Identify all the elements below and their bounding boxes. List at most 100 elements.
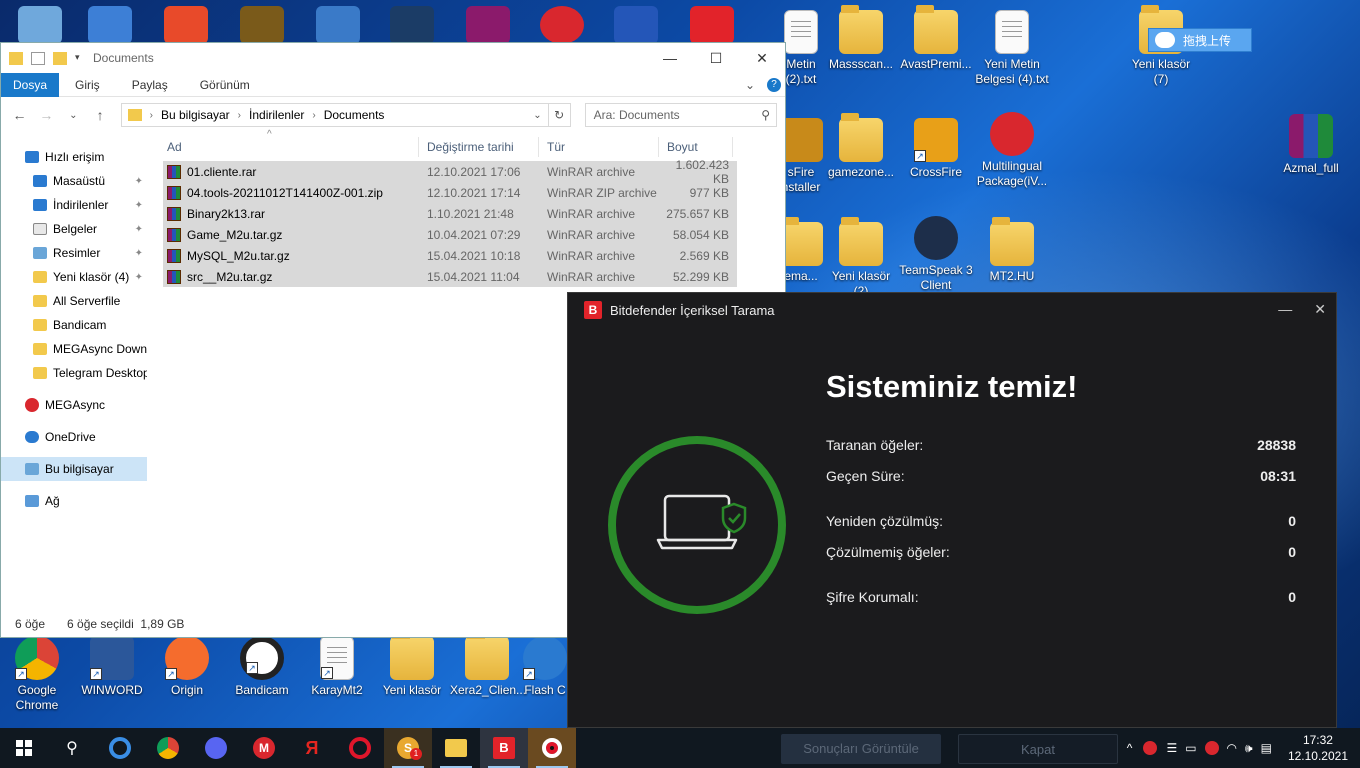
search-button[interactable]: ⚲	[48, 728, 96, 768]
bitdefender-scan-window[interactable]: B Bitdefender İçeriksel Tarama — ✕ Siste…	[567, 292, 1337, 728]
desktop-icon-massscan[interactable]: Massscan...	[824, 5, 898, 72]
taskbar-skype[interactable]: S 1	[384, 728, 432, 768]
breadcrumb-this-pc[interactable]: Bu bilgisayar	[161, 108, 230, 122]
desktop-icon-winword[interactable]: ↗ WINWORD	[75, 636, 149, 698]
desktop-icon-gamezone[interactable]: gamezone...	[824, 113, 898, 180]
pin-icon[interactable]: ✦	[135, 176, 143, 187]
nav-this-pc[interactable]: Bu bilgisayar	[1, 457, 147, 481]
desktop-icon-xera2[interactable]: Xera2_Clien...	[450, 631, 526, 698]
table-row[interactable]: Binary2k13.rar 1.10.2021 21:48 WinRAR ar…	[163, 203, 737, 224]
refresh-icon[interactable]: ↻	[547, 104, 570, 126]
nav-downloads[interactable]: İndirilenler ✦	[1, 193, 147, 217]
table-row[interactable]: src__M2u.tar.gz 15.04.2021 11:04 WinRAR …	[163, 266, 737, 287]
tab-giris[interactable]: Giriş	[59, 73, 116, 97]
properties-icon[interactable]	[31, 51, 45, 65]
nav-onedrive[interactable]: OneDrive	[1, 425, 147, 449]
desktop-icon-chrome[interactable]: ↗ Google Chrome	[0, 636, 74, 713]
forward-arrow-icon[interactable]: →	[36, 107, 57, 123]
taskbar-opera[interactable]	[336, 728, 384, 768]
minimize-button[interactable]: —	[1278, 301, 1292, 318]
help-icon[interactable]: ?	[767, 77, 781, 92]
address-dropdown-icon[interactable]: ⌄	[533, 110, 541, 121]
tab-paylas[interactable]: Paylaş	[116, 73, 184, 97]
pin-icon[interactable]: ✦	[135, 200, 143, 211]
nav-megasync[interactable]: MEGAsync	[1, 393, 147, 417]
desktop-icon-yeni-klasor-2[interactable]: Yeni klasör (2)	[824, 217, 898, 299]
desktop-icon-bandicam-top[interactable]	[164, 6, 208, 44]
desktop-icon-bandicam[interactable]: ↗ Bandicam	[225, 636, 299, 698]
upload-widget[interactable]: 拖拽上传	[1148, 28, 1252, 52]
desktop-icon-flash[interactable]: ↗ Flash C	[520, 636, 570, 698]
desktop-icon-mega[interactable]	[540, 6, 584, 44]
taskbar-mega[interactable]: M	[240, 728, 288, 768]
table-row[interactable]: Game_M2u.tar.gz 10.04.2021 07:29 WinRAR …	[163, 224, 737, 245]
desktop-icon-karaymt2[interactable]: ↗ KarayMt2	[300, 636, 374, 698]
desktop-icon-steam[interactable]	[390, 6, 434, 44]
nav-bandicam[interactable]: Bandicam	[1, 313, 147, 337]
nav-all-serverfile[interactable]: All Serverfile	[1, 289, 147, 313]
minimize-button[interactable]: —	[647, 43, 693, 73]
nav-network[interactable]: Ağ	[1, 489, 147, 513]
close-scan-button[interactable]: Kapat	[958, 734, 1118, 764]
desktop-icon-teamspeak[interactable]: TeamSpeak 3 Client	[899, 216, 973, 293]
desktop-icon-vpn[interactable]	[88, 6, 132, 44]
tab-dosya[interactable]: Dosya	[1, 72, 60, 97]
nav-desktop[interactable]: Masaüstü ✦	[1, 169, 147, 193]
bitdefender-titlebar[interactable]: B Bitdefender İçeriksel Tarama — ✕	[568, 293, 1336, 327]
desktop-icon-yeni-metin[interactable]: Yeni Metin Belgesi (4).txt	[975, 10, 1049, 87]
taskbar-clock[interactable]: 17:32 12.10.2021	[1276, 732, 1360, 764]
view-results-button[interactable]: Sonuçları Görüntüle	[781, 734, 941, 764]
taskbar-bitdefender[interactable]: B	[480, 728, 528, 768]
display-tray-icon[interactable]: ▭	[1181, 741, 1200, 755]
start-button[interactable]	[0, 728, 48, 768]
tab-gorunum[interactable]: Görünüm	[184, 73, 266, 97]
nav-pictures[interactable]: Resimler ✦	[1, 241, 147, 265]
nav-documents[interactable]: Belgeler ✦	[1, 217, 147, 241]
taskbar-edge[interactable]	[96, 728, 144, 768]
nav-new-folder-4[interactable]: Yeni klasör (4) ✦	[1, 265, 147, 289]
taskbar-file-explorer[interactable]	[432, 728, 480, 768]
taskbar-bandicam[interactable]	[528, 728, 576, 768]
column-header-name[interactable]: Ad	[163, 137, 419, 157]
close-button[interactable]: ✕	[1314, 301, 1326, 318]
desktop-icon-azmal[interactable]: Azmal_full	[1274, 114, 1348, 176]
new-folder-icon[interactable]	[53, 51, 67, 65]
column-header-date[interactable]: Değiştirme tarihi	[419, 137, 539, 157]
wifi-icon[interactable]: ◠	[1223, 741, 1241, 755]
breadcrumb-downloads[interactable]: İndirilenler	[249, 108, 304, 122]
column-header-type[interactable]: Tür	[539, 137, 659, 157]
address-bar[interactable]: › Bu bilgisayar › İndirilenler › Documen…	[120, 103, 571, 127]
breadcrumb-documents[interactable]: Documents	[324, 108, 385, 122]
network-tray-icon[interactable]: ☰	[1162, 741, 1181, 755]
desktop-icon-this-pc[interactable]	[18, 6, 62, 44]
back-arrow-icon[interactable]: ←	[9, 107, 30, 123]
column-header-size[interactable]: Boyut	[659, 137, 733, 157]
volume-icon[interactable]: 🕪	[1241, 741, 1257, 756]
desktop-icon-mt2hu[interactable]: MT2.HU	[975, 217, 1049, 284]
desktop-icon-crossfire[interactable]: ↗ CrossFire	[899, 118, 973, 180]
pin-icon[interactable]: ✦	[135, 272, 143, 283]
table-row[interactable]: 04.tools-20211012T141400Z-001.zip 12.10.…	[163, 182, 737, 203]
desktop-icon-avast[interactable]: AvastPremi...	[899, 5, 973, 72]
taskbar-yandex[interactable]: Я	[288, 728, 336, 768]
desktop-icon-multilingual[interactable]: Multilingual Package(iV...	[975, 112, 1049, 189]
record-tray-icon[interactable]	[1204, 741, 1219, 755]
taskbar-chrome[interactable]	[144, 728, 192, 768]
desktop-icon-app[interactable]	[316, 6, 360, 44]
chevron-down-icon[interactable]: ▾	[75, 52, 83, 65]
desktop-icon-origin[interactable]: ↗ Origin	[150, 636, 224, 698]
maximize-button[interactable]: ☐	[693, 43, 739, 73]
pin-icon[interactable]: ✦	[135, 224, 143, 235]
taskbar-discord[interactable]	[192, 728, 240, 768]
nav-megasync-down[interactable]: MEGAsync Down	[1, 337, 147, 361]
show-hidden-icons-chevron-icon[interactable]: ^	[1121, 741, 1139, 755]
desktop-icon-bitdefender-vpn[interactable]	[690, 6, 734, 44]
expand-ribbon-icon[interactable]: ⌄	[745, 78, 755, 92]
explorer-titlebar[interactable]: ▾ Documents — ☐ ✕	[1, 43, 785, 73]
mega-tray-icon[interactable]	[1143, 741, 1158, 755]
desktop-icon-yeni-klasor[interactable]: Yeni klasör	[375, 631, 449, 698]
desktop-icon-rina[interactable]	[240, 6, 284, 44]
search-icon[interactable]: ⚲	[761, 108, 770, 122]
pin-icon[interactable]: ✦	[135, 248, 143, 259]
search-input[interactable]: Ara: Documents ⚲	[584, 103, 778, 127]
